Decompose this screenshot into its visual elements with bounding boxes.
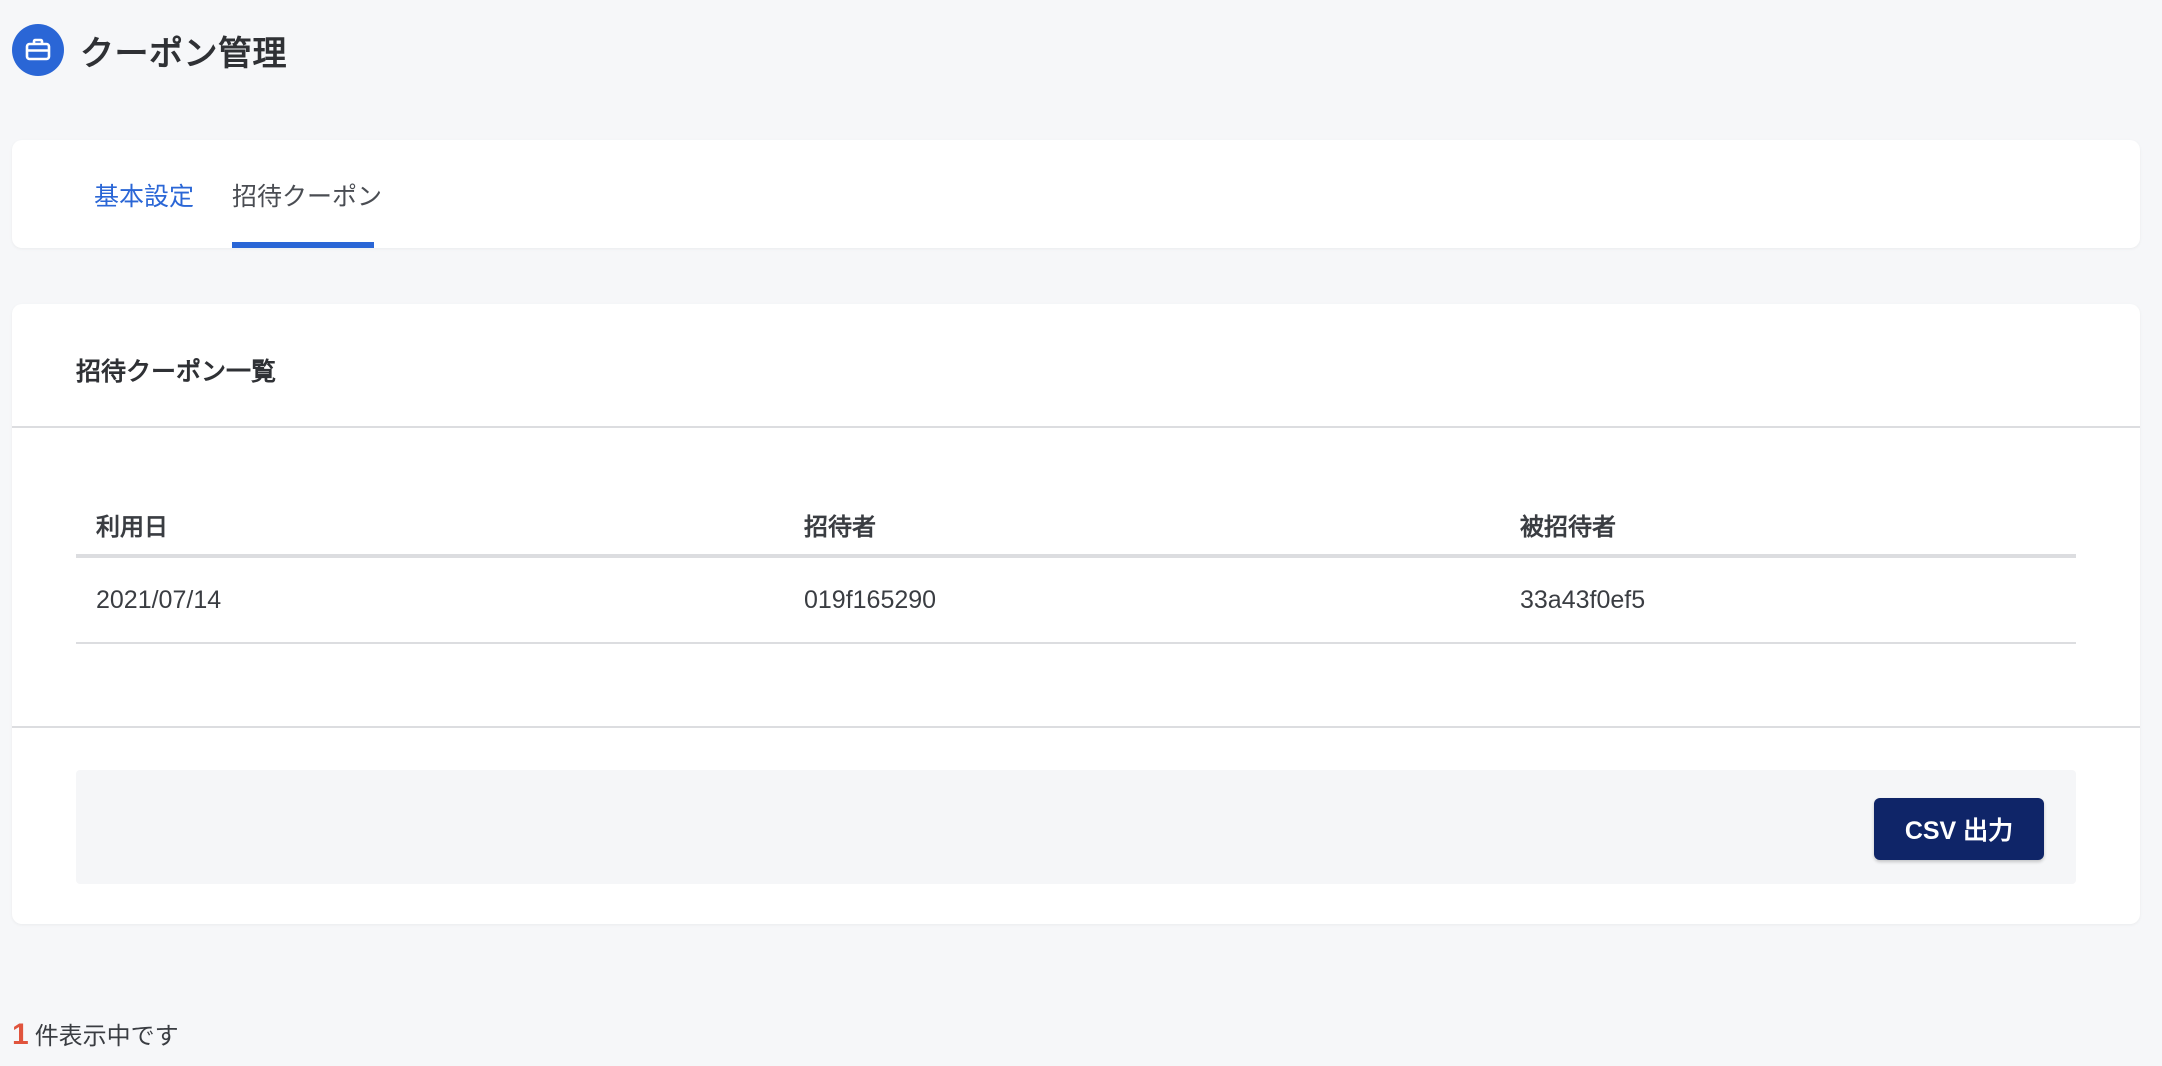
tab-invite-coupon[interactable]: 招待クーポン [232,182,382,212]
column-header-invitee: 被招待者 [1500,494,2076,558]
heading-divider [12,426,2140,428]
invite-coupon-list-card: 招待クーポン一覧 利用日 招待者 被招待者 2021/07/14 019f165… [12,304,2140,924]
result-count-label: 件表示中です [34,1023,179,1050]
action-bar: CSV 出力 [76,770,2076,884]
csv-export-button[interactable]: CSV 出力 [1874,798,2044,860]
page-title: クーポン管理 [80,34,287,73]
briefcase-icon [12,24,64,76]
page-header: クーポン管理 [12,24,287,76]
result-count-number: 1 [12,1018,29,1051]
list-heading: 招待クーポン一覧 [76,358,277,386]
cell-invitee: 33a43f0ef5 [1500,556,2076,644]
table-row: 2021/07/14 019f165290 33a43f0ef5 [76,556,2076,644]
active-tab-indicator [232,242,374,248]
column-header-inviter: 招待者 [784,494,1500,558]
coupon-table: 利用日 招待者 被招待者 2021/07/14 019f165290 33a43… [76,494,2076,644]
table-footer-divider [12,726,2140,728]
result-count: 1 件表示中です [12,1016,179,1052]
tab-bar: 基本設定 招待クーポン [12,140,2140,248]
tab-basic-settings[interactable]: 基本設定 [94,182,194,212]
cell-inviter: 019f165290 [784,556,1500,644]
table-header-row: 利用日 招待者 被招待者 [76,494,2076,558]
column-header-usage-date: 利用日 [76,494,784,558]
cell-usage-date: 2021/07/14 [76,556,784,644]
